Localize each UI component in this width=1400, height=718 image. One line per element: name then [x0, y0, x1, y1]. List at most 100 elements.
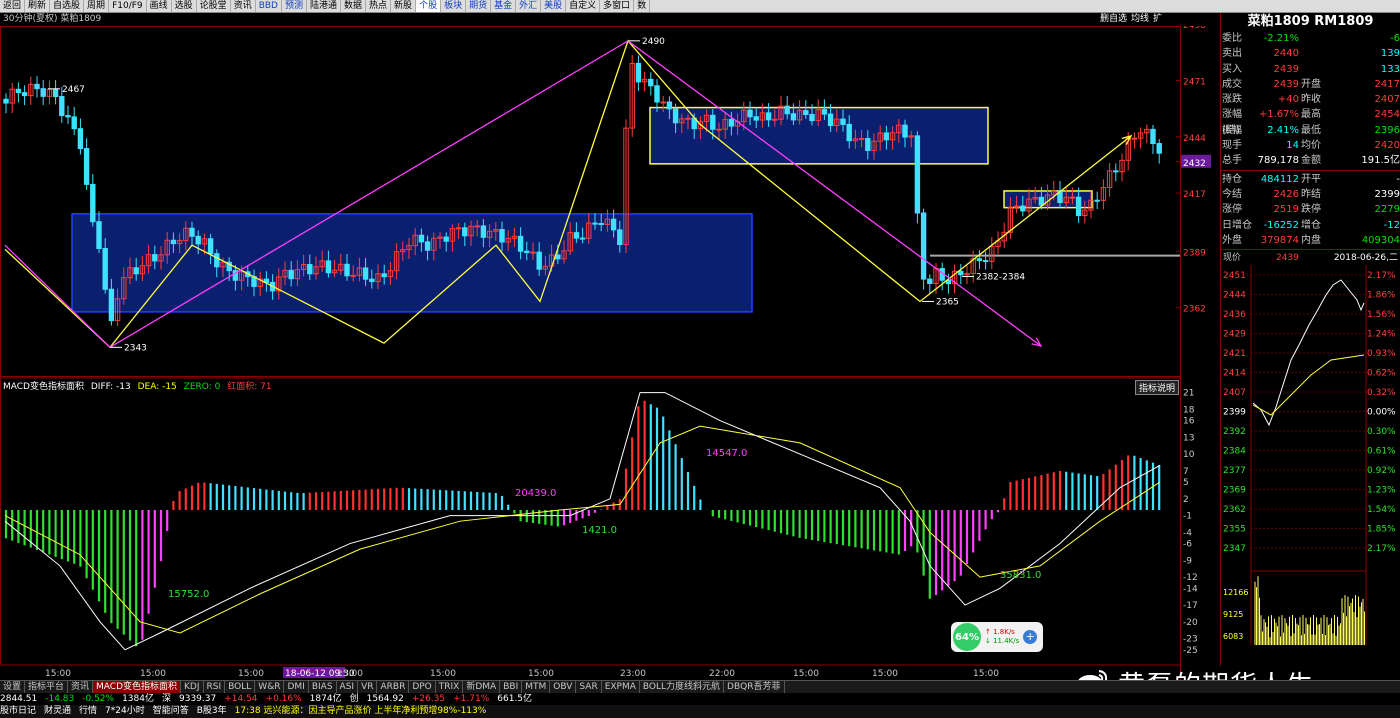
toolbar-button[interactable]: BBD	[256, 0, 282, 12]
indicator-tab[interactable]: BOLL力度线斜元航	[640, 681, 725, 693]
indicator-tab[interactable]: MTM	[522, 681, 551, 693]
status-item[interactable]: B股3年	[197, 705, 227, 718]
indicator-tab[interactable]: DMI	[284, 681, 309, 693]
candle-body	[927, 278, 933, 285]
status-item[interactable]: 17:38 远兴能源：因主导产品涨价 上半年净利预增98%-113%	[235, 705, 487, 718]
indicator-tab[interactable]: TRIX	[436, 681, 464, 693]
toolbar-button[interactable]: 返回	[0, 0, 26, 12]
quote-value: 789,178	[1257, 155, 1299, 167]
toolbar-button[interactable]: 数	[634, 0, 651, 12]
mini-volume-tick: 6083	[1223, 632, 1243, 641]
toolbar-button[interactable]: 自选股	[50, 0, 85, 12]
indicator-tab[interactable]: 指标平台	[25, 681, 69, 693]
toolbar-button[interactable]: 热点	[366, 0, 392, 12]
quote-value-2: -6	[1390, 33, 1400, 44]
ticker-item: 1564.92	[366, 694, 404, 704]
macd-tick: -17	[1183, 601, 1198, 611]
candle-body	[958, 270, 964, 276]
toolbar-button[interactable]: 板块	[441, 0, 467, 12]
toolbar-button[interactable]: 数据	[341, 0, 367, 12]
indicator-tab[interactable]: ARBR	[377, 681, 410, 693]
quote-row: 卖出 2440 139	[1221, 46, 1400, 61]
indicator-tab[interactable]: DPO	[409, 681, 436, 693]
ticker-item: 创	[349, 694, 359, 704]
indicator-tab[interactable]: OBV	[550, 681, 577, 693]
add-icon[interactable]: +	[1023, 630, 1038, 644]
toolbar-button[interactable]: 期货	[466, 0, 492, 12]
candle-body	[443, 236, 449, 242]
toolbar-button[interactable]: 画线	[147, 0, 172, 12]
toolbar-button[interactable]: 资讯	[231, 0, 256, 12]
network-rates: ↑ 1.8K/s ↓ 11.4K/s	[985, 628, 1019, 646]
toolbar-button[interactable]: 基金	[491, 0, 517, 12]
indicator-tab[interactable]: BOLL	[225, 681, 256, 693]
indicator-tab[interactable]: BIAS	[309, 681, 337, 693]
time-label: 15:00	[45, 669, 71, 679]
indicator-tab[interactable]: RSI	[204, 681, 226, 693]
box-low	[71, 213, 753, 313]
mini-left-tick: 2377	[1223, 466, 1246, 476]
quote-row: 买入 2439 133	[1221, 62, 1400, 77]
toolbar-button[interactable]: 个股	[416, 0, 442, 12]
ticker-item: 661.5亿	[497, 694, 533, 704]
ticker-item: 2844.51	[0, 694, 38, 704]
toolbar-button[interactable]: 论股堂	[197, 0, 231, 12]
toolbar-button[interactable]: 陆港通	[307, 0, 342, 12]
status-item[interactable]: 智能问答	[153, 705, 189, 718]
quote-row: 涨停 2519 跌停 2279	[1221, 202, 1400, 217]
indicator-tab[interactable]: SAR	[576, 681, 602, 693]
status-item[interactable]: 行情	[79, 705, 97, 718]
macd-title[interactable]: MACD变色指标面积	[3, 382, 84, 392]
candle-body	[809, 114, 815, 122]
candle-body	[362, 267, 369, 280]
indicator-tab[interactable]: W&R	[255, 681, 285, 693]
indicator-tab[interactable]: EXPMA	[602, 681, 640, 693]
remove-favorite-button[interactable]: 删自选	[1100, 13, 1127, 26]
quote-row: 持仓 484112 开平 -	[1221, 172, 1400, 187]
candle-body	[83, 148, 90, 185]
status-item[interactable]: 股市日记	[0, 705, 36, 718]
quote-label: 现手	[1222, 140, 1242, 152]
indicator-help-button[interactable]: 指标说明	[1135, 380, 1180, 395]
chart-period[interactable]: 30分钟(夏权)	[3, 14, 57, 24]
toolbar-button[interactable]: 美股	[541, 0, 567, 12]
mini-price: 2439	[1275, 253, 1299, 264]
indicator-tab[interactable]: DBQR吾芳菲	[724, 681, 785, 693]
toolbar-button[interactable]: 刷新	[25, 0, 51, 12]
quote-row: 日增仓 -16252 增仓 -12	[1221, 218, 1400, 233]
indicator-tab[interactable]: MACD变色指标面积	[93, 681, 182, 693]
toolbar-button[interactable]: 自定义	[566, 0, 601, 12]
indicator-tab[interactable]: 设置	[0, 681, 26, 693]
moving-average-button[interactable]: 均线	[1131, 13, 1149, 26]
candle-body	[654, 85, 660, 103]
indicator-tab[interactable]: KDJ	[181, 681, 204, 693]
kline-chart[interactable]: 2498247124442432241723892362 24672343249…	[0, 26, 1220, 680]
candle-body	[747, 109, 753, 118]
toolbar-button[interactable]: 周期	[84, 0, 110, 12]
quote-value: 2519	[1273, 204, 1299, 216]
indicator-tab[interactable]: 新DMA	[463, 681, 501, 693]
status-item[interactable]: 7*24小时	[105, 705, 145, 718]
toolbar-button[interactable]: 选股	[172, 0, 197, 12]
quote-row: 成交 2439 开盘 2417	[1221, 77, 1400, 92]
candle-body	[133, 267, 139, 275]
status-item[interactable]: 财灵通	[44, 705, 71, 718]
quote-value: 379874	[1260, 234, 1299, 246]
indicator-tab[interactable]: 资讯	[68, 681, 94, 693]
toolbar-button[interactable]: F10/F9	[109, 0, 147, 12]
toolbar-button[interactable]: 预测	[282, 0, 307, 12]
indicator-tab[interactable]: VR	[358, 681, 378, 693]
quote-panel: 菜粕1809 RM1809 委比 -2.21% -6 卖出 2440 139 买入 2439 1…	[1220, 13, 1400, 666]
toolbar-button[interactable]: 多窗口	[600, 0, 635, 12]
macd-tick: -25	[1183, 646, 1198, 656]
indicator-tab[interactable]: ASI	[337, 681, 359, 693]
upload-arrow-icon: ↑	[985, 628, 994, 636]
toolbar-button[interactable]: 外汇	[516, 0, 542, 12]
indicator-tab[interactable]: BBI	[500, 681, 523, 693]
expand-button[interactable]: 扩	[1153, 13, 1162, 26]
candle-body	[982, 260, 989, 263]
network-speed-widget[interactable]: 64% ↑ 1.8K/s ↓ 11.4K/s +	[951, 622, 1043, 652]
upload-rate-value: 1.8K/s	[993, 628, 1015, 636]
intraday-mini-chart[interactable]: 2451 2.17% 2444 1.86% 2436 1.56% 2429 1.24% 2421…	[1221, 265, 1400, 663]
toolbar-button[interactable]: 新股	[391, 0, 417, 12]
